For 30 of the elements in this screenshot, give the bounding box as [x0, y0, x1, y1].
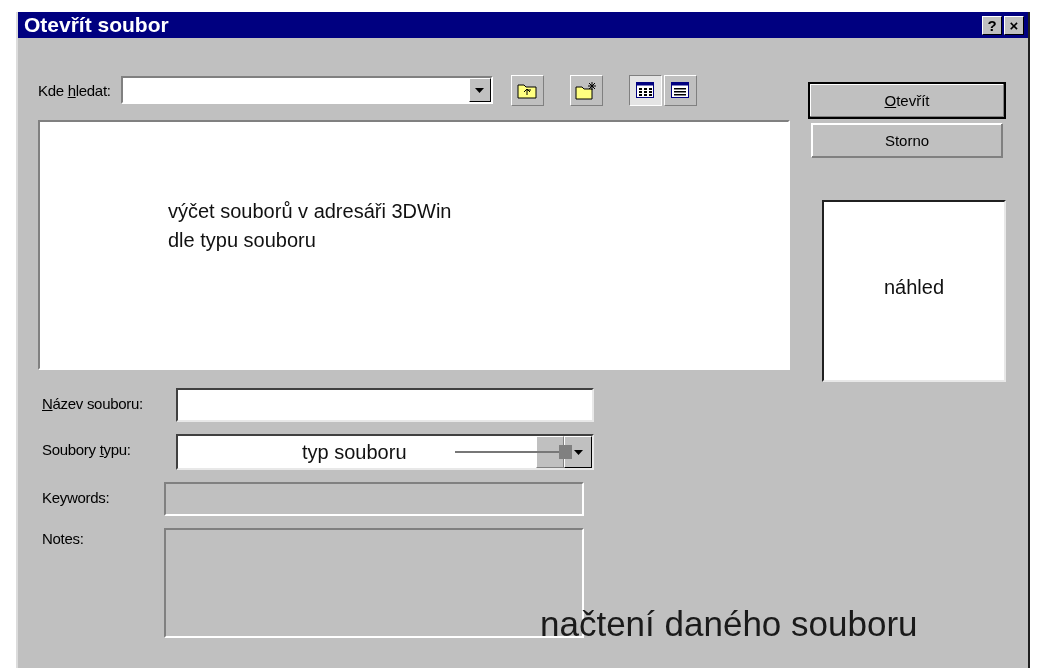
- help-button[interactable]: ?: [982, 15, 1002, 35]
- up-folder-button[interactable]: [510, 74, 544, 106]
- details-view-button[interactable]: [663, 74, 697, 106]
- annotation-text: načtení daného souboru: [540, 604, 918, 644]
- field-label: Název souboru:: [42, 394, 144, 412]
- cancel-button[interactable]: Storno: [811, 123, 1003, 158]
- dropdown-arrow-icon: [475, 87, 485, 93]
- field-label: Keywords:: [42, 488, 111, 506]
- file-type-dropdown[interactable]: typ souboru: [176, 434, 594, 470]
- close-button[interactable]: ×: [1004, 15, 1024, 35]
- up-folder-icon: [517, 81, 538, 99]
- annotation-text: dle typu souboru: [168, 229, 317, 252]
- details-view-icon: [671, 82, 690, 98]
- window-title: Otevřít soubor: [24, 13, 169, 37]
- annotation-text: typ souboru: [302, 441, 407, 464]
- file-list[interactable]: výčet souborů v adresáři 3DWin dle typu souboru: [38, 120, 790, 370]
- field-label: Notes:: [42, 529, 85, 547]
- list-view-button[interactable]: [628, 74, 662, 106]
- new-folder-button[interactable]: [569, 74, 603, 106]
- dropdown-button[interactable]: [468, 78, 491, 102]
- open-button[interactable]: Otevřít: [808, 82, 1006, 119]
- look-in-label: Kde hledat:: [38, 81, 111, 99]
- input-field[interactable]: [176, 388, 594, 422]
- look-in-dropdown[interactable]: [120, 76, 493, 104]
- annotation-text: náhled: [883, 275, 945, 299]
- list-view-icon: [636, 82, 655, 98]
- annotation-text: výčet souborů v adresáři 3DWin: [168, 200, 453, 223]
- dropdown-arrow-icon: [573, 449, 583, 455]
- new-folder-icon: [575, 80, 598, 100]
- field-label: Soubory typu:: [42, 440, 132, 458]
